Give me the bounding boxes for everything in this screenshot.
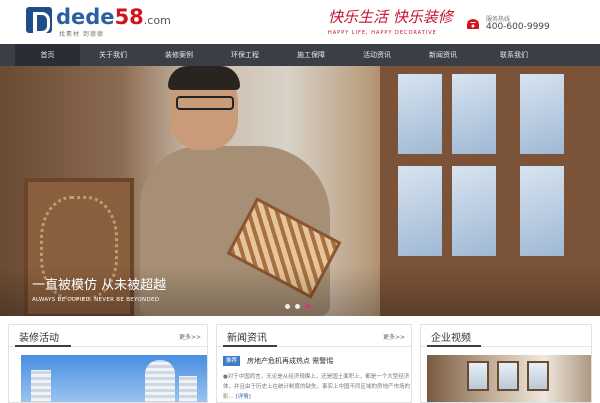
logo-domain: .com <box>143 14 171 27</box>
nav-item-about[interactable]: 关于我们 <box>80 44 146 66</box>
slogan-part-a: 快乐生活 <box>328 8 389 26</box>
logo-name: dede <box>56 5 115 29</box>
slide-dot-3[interactable] <box>305 304 310 309</box>
video-thumbnail[interactable] <box>427 355 591 402</box>
slogan-part-b: 快乐装修 <box>392 8 453 26</box>
banner-caption-en: ALWAYS BE COPIED, NEVER BE BEYONDED <box>32 297 160 303</box>
section-video: 企业视频 <box>420 324 592 403</box>
section-news: 新闻资讯 更多>> 推荐 房地产危机再成热点 需警惕 ●对于中国而言，无论是从经… <box>216 324 412 403</box>
nav-item-news[interactable]: 新闻资讯 <box>410 44 476 66</box>
section-title-activities: 装修活动 <box>19 333 59 344</box>
slide-dot-1[interactable] <box>285 304 290 309</box>
section-title-video: 企业视频 <box>431 333 471 344</box>
news-headline[interactable]: 房地产危机再成热点 需警惕 <box>247 356 333 366</box>
activity-thumbnail[interactable] <box>21 355 207 402</box>
site-header: dede58.com 找素材 到德德 快乐生活 快乐装修 HAPPY LIFE,… <box>0 0 600 44</box>
section-activities: 装修活动 更多>> <box>8 324 208 403</box>
logo-number: 58 <box>114 5 144 29</box>
hero-banner[interactable]: 一直被模仿 从未被超越 ALWAYS BE COPIED, NEVER BE B… <box>0 66 600 316</box>
slogan-english: HAPPY LIFE, HAPPY DECORATIVE <box>328 30 437 36</box>
more-link-news[interactable]: 更多>> <box>383 332 405 341</box>
slide-indicators <box>285 304 315 310</box>
news-summary: ●对于中国而言，无论是从经济规模上，还是国土面积上，都是一个大型经济体，并且由于… <box>223 374 411 400</box>
slide-dot-2[interactable] <box>295 304 300 309</box>
nav-item-home[interactable]: 首页 <box>15 44 80 66</box>
logo-tagline: 找素材 到德德 <box>59 31 104 38</box>
hotline-number[interactable]: 400-600-9999 <box>486 22 550 32</box>
nav-item-construction[interactable]: 施工保障 <box>278 44 344 66</box>
nav-item-eco[interactable]: 环保工程 <box>212 44 278 66</box>
logo-mark-icon <box>26 7 52 34</box>
hotline: 服务热线 400-600-9999 <box>466 14 576 36</box>
main-nav: 首页 关于我们 装修案例 环保工程 施工保障 活动资讯 新闻资讯 联系我们 <box>0 44 600 66</box>
news-tag-badge: 推荐 <box>223 356 241 366</box>
nav-item-contact[interactable]: 联系我们 <box>476 44 552 66</box>
slogan: 快乐生活 快乐装修 HAPPY LIFE, HAPPY DECORATIVE <box>328 6 458 42</box>
phone-icon <box>467 19 479 29</box>
banner-caption-cn: 一直被模仿 从未被超越 <box>32 278 167 293</box>
section-title-news: 新闻资讯 <box>227 333 267 344</box>
more-link-activities[interactable]: 更多>> <box>179 332 201 341</box>
site-logo[interactable]: dede58.com 找素材 到德德 <box>26 5 171 39</box>
news-detail-link[interactable]: [详情] <box>236 394 251 400</box>
nav-item-cases[interactable]: 装修案例 <box>146 44 212 66</box>
banner-caption: 一直被模仿 从未被超越 ALWAYS BE COPIED, NEVER BE B… <box>32 274 202 303</box>
nav-item-activities[interactable]: 活动资讯 <box>344 44 410 66</box>
